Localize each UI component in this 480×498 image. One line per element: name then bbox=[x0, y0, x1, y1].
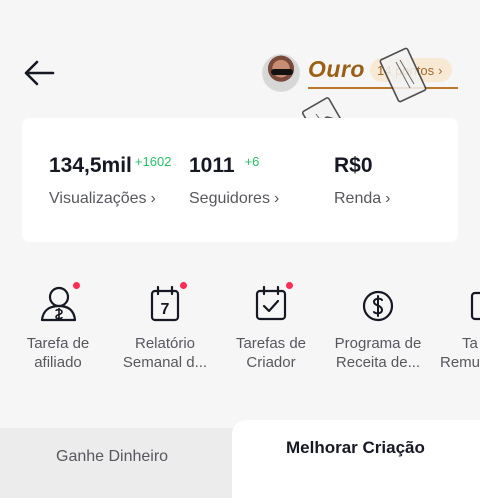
stat-label: Seguidores bbox=[189, 190, 270, 207]
calendar-check-icon bbox=[255, 285, 287, 321]
tool-label: Remu bbox=[440, 354, 480, 371]
tool-label: Relatório bbox=[134, 335, 196, 352]
tool-label: Tarefa de bbox=[26, 335, 90, 352]
stat-delta: +1602 bbox=[134, 154, 172, 169]
stat-label: Visualizações bbox=[49, 190, 147, 207]
tool-label: Ta bbox=[462, 335, 478, 352]
dollar-circle-icon bbox=[362, 290, 394, 322]
tab-label: Melhorar Criação bbox=[286, 438, 425, 457]
tool-affiliate-task[interactable]: Tarefa de afiliado bbox=[3, 280, 113, 372]
tab-label: Ganhe Dinheiro bbox=[56, 448, 169, 465]
notification-dot bbox=[180, 282, 187, 289]
avatar[interactable] bbox=[262, 54, 300, 92]
back-button[interactable] bbox=[20, 54, 58, 92]
arrow-left-icon bbox=[24, 60, 55, 86]
tool-partial[interactable]: Ta Remu bbox=[430, 280, 480, 372]
tool-revenue-program[interactable]: Programa de Receita de... bbox=[323, 280, 433, 372]
tool-label: Receita de... bbox=[335, 354, 421, 371]
tab-bar: Ganhe Dinheiro Melhorar Criação bbox=[0, 420, 480, 498]
chevron-right-icon: › bbox=[273, 190, 280, 207]
tool-label: Semanal d... bbox=[122, 354, 208, 371]
stat-followers[interactable]: 1011 +6 Seguidores › bbox=[189, 154, 279, 208]
stat-value: R$0 bbox=[334, 154, 373, 177]
stat-label: Renda bbox=[334, 190, 382, 207]
tools-row: Tarefa de afiliado 7 Relatório Semanal d… bbox=[0, 280, 480, 380]
tab-improve-creation[interactable]: Melhorar Criação bbox=[232, 420, 480, 498]
tab-earn-money[interactable]: Ganhe Dinheiro bbox=[0, 428, 250, 498]
tool-label: Programa de bbox=[334, 335, 422, 352]
calendar-7-icon: 7 bbox=[150, 285, 180, 322]
chevron-right-icon: › bbox=[150, 190, 156, 207]
tool-label: afiliado bbox=[34, 354, 82, 371]
tool-creator-tasks[interactable]: Tarefas de Criador bbox=[216, 280, 326, 372]
tool-label: Criador bbox=[246, 354, 296, 371]
svg-text:7: 7 bbox=[161, 301, 170, 318]
tool-label: Tarefas de bbox=[235, 335, 307, 352]
stat-income[interactable]: R$0 Renda › bbox=[334, 154, 390, 208]
notification-dot bbox=[286, 282, 293, 289]
stat-value: 134,5mil bbox=[49, 154, 132, 177]
stat-views[interactable]: 134,5mil +1602 Visualizações › bbox=[49, 154, 171, 208]
affiliate-task-icon bbox=[40, 286, 77, 322]
stats-card: 134,5mil +1602 Visualizações › 1011 +6 Segu… bbox=[22, 118, 458, 242]
chevron-right-icon: › bbox=[385, 190, 391, 207]
partial-tool-icon bbox=[470, 291, 480, 321]
stat-delta: +6 bbox=[244, 154, 260, 169]
stat-value: 1011 bbox=[189, 154, 235, 177]
notification-dot bbox=[73, 282, 80, 289]
tool-weekly-report[interactable]: 7 Relatório Semanal d... bbox=[110, 280, 220, 372]
